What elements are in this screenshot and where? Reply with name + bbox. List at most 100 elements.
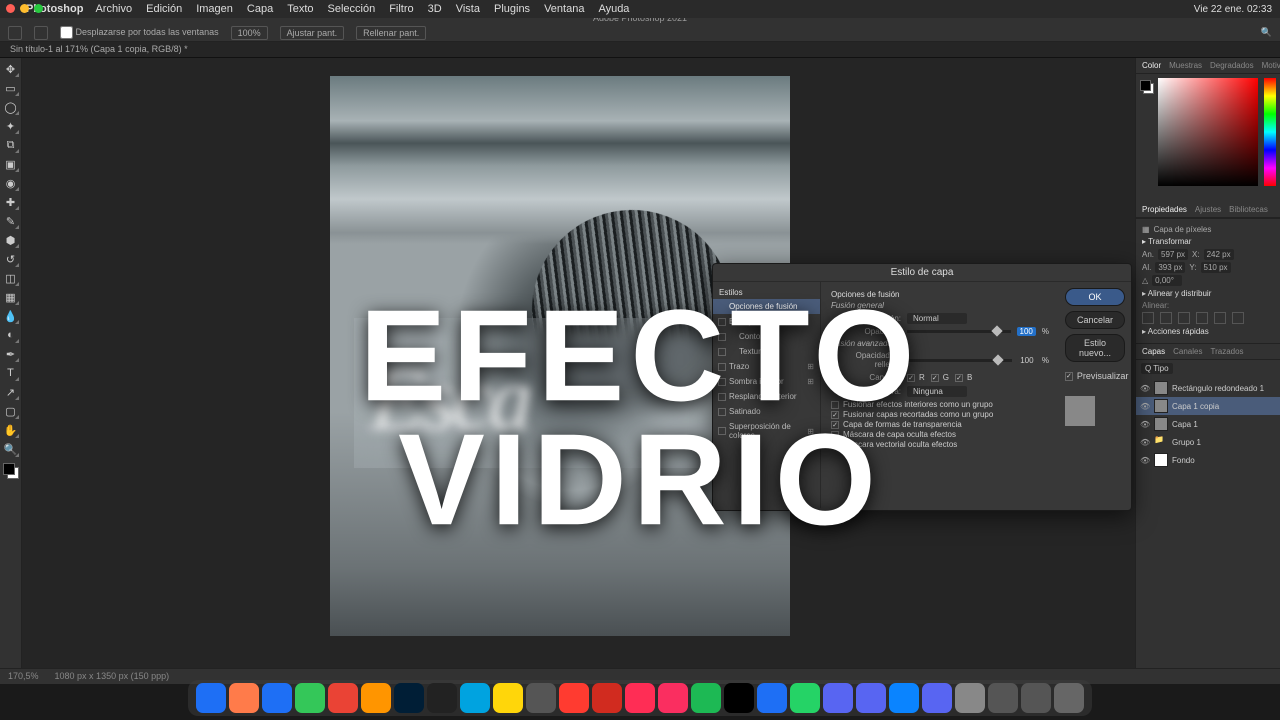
dock-app-icon[interactable] [427,683,457,713]
stamp-tool-icon[interactable]: ⬢ [2,231,20,249]
quick-actions-header[interactable]: ▸ Acciones rápidas [1142,327,1274,336]
dock-app-icon[interactable] [955,683,985,713]
blur-tool-icon[interactable]: 💧 [2,307,20,325]
dock-app-icon[interactable] [724,683,754,713]
dock-app-icon[interactable] [658,683,688,713]
dock-app-icon[interactable] [757,683,787,713]
align-top-icon[interactable] [1196,312,1208,324]
hue-slider[interactable] [1264,78,1276,186]
opt-opciones-fusion[interactable]: Opciones de fusión [713,299,820,314]
opacity-value[interactable]: 100 [1017,327,1036,336]
style-item[interactable]: Trazo⊞ [713,359,820,374]
layer-row[interactable]: 👁📁Grupo 1 [1136,433,1280,451]
brush-tool-icon[interactable]: ✎ [2,212,20,230]
chk-layer-mask-hides[interactable]: Máscara de capa oculta efectos [831,430,1049,439]
color-picker-field[interactable] [1158,78,1258,186]
dock-app-icon[interactable] [229,683,259,713]
dock-app-icon[interactable] [526,683,556,713]
add-icon[interactable]: ⊞ [807,377,814,386]
dock-app-icon[interactable] [889,683,919,713]
tab-color[interactable]: Color [1142,61,1161,70]
tab-motivos[interactable]: Motivos [1262,61,1280,70]
dialog-title[interactable]: Estilo de capa [713,264,1131,282]
style-item[interactable]: Resplandor interior [713,389,820,404]
menu-plugins[interactable]: Plugins [494,3,530,15]
align-right-icon[interactable] [1178,312,1190,324]
visibility-icon[interactable]: 👁 [1140,384,1150,393]
align-vcenter-icon[interactable] [1214,312,1226,324]
color-fgbg-icon[interactable] [1140,80,1154,94]
add-icon[interactable]: ⊞ [807,427,814,436]
chk-interior-effects[interactable]: Fusionar efectos interiores como un grup… [831,400,1049,409]
pen-tool-icon[interactable]: ✒ [2,345,20,363]
chk-vector-mask-hides[interactable]: Máscara vectorial oculta efectos [831,440,1049,449]
eyedropper-tool-icon[interactable]: ◉ [2,174,20,192]
tab-degradados[interactable]: Degradados [1210,61,1254,70]
fg-bg-colors[interactable] [3,463,19,479]
layer-row[interactable]: 👁Capa 1 [1136,415,1280,433]
angle-field[interactable]: 0,00° [1152,275,1182,286]
document-tab[interactable]: Sin título-1 al 171% (Capa 1 copia, RGB/… [0,42,1280,58]
search-icon[interactable]: 🔍 [1261,27,1272,38]
add-icon[interactable]: ⊞ [807,362,814,371]
opt-fit[interactable]: Ajustar pant. [280,26,345,40]
wand-tool-icon[interactable]: ✦ [2,117,20,135]
opacity-slider[interactable] [907,330,1011,333]
marquee-tool-icon[interactable]: ▭ [2,79,20,97]
dock-app-icon[interactable] [691,683,721,713]
channel-b[interactable]: B [955,373,972,382]
visibility-icon[interactable]: 👁 [1140,402,1150,411]
dock-app-icon[interactable] [394,683,424,713]
hand-tool-icon[interactable]: ✋ [2,421,20,439]
cancel-button[interactable]: Cancelar [1065,311,1125,329]
align-header[interactable]: ▸ Alinear y distribuir [1142,289,1274,298]
align-left-icon[interactable] [1142,312,1154,324]
dock-app-icon[interactable] [592,683,622,713]
menu-capa[interactable]: Capa [247,3,273,15]
tab-ajustes[interactable]: Ajustes [1195,205,1221,214]
menu-filtro[interactable]: Filtro [389,3,413,15]
width-field[interactable]: 597 px [1158,249,1188,260]
heal-tool-icon[interactable]: ✚ [2,193,20,211]
preview-checkbox[interactable]: Previsualizar [1065,371,1125,381]
move-tool-icon[interactable]: ✥ [2,60,20,78]
visibility-icon[interactable]: 👁 [1140,420,1150,429]
knockout-dropdown[interactable]: Ninguna [907,386,967,397]
menu-archivo[interactable]: Archivo [95,3,132,15]
layer-row[interactable]: 👁Rectángulo redondeado 1 [1136,379,1280,397]
crop-tool-icon[interactable]: ⧉ [2,136,20,154]
style-item[interactable]: Textura [713,344,820,359]
style-checkbox[interactable] [718,427,726,435]
fill-opacity-value[interactable]: 100 [1018,356,1036,365]
channel-r[interactable]: R [907,373,925,382]
fill-opacity-slider[interactable] [907,359,1012,362]
traffic-lights[interactable] [6,4,43,13]
opt-scroll[interactable]: Desplazarse por todas las ventanas [60,26,219,39]
gradient-tool-icon[interactable]: ▦ [2,288,20,306]
ok-button[interactable]: OK [1065,288,1125,306]
eraser-tool-icon[interactable]: ◫ [2,269,20,287]
dock-app-icon[interactable] [493,683,523,713]
dock-app-icon[interactable] [790,683,820,713]
menu-seleccion[interactable]: Selección [328,3,376,15]
doc-info[interactable]: 1080 px x 1350 px (150 ppp) [55,671,170,682]
style-item[interactable]: Sombra interior⊞ [713,374,820,389]
transform-header[interactable]: ▸ Transformar [1142,237,1274,246]
style-checkbox[interactable] [718,408,726,416]
style-checkbox[interactable] [718,318,726,326]
style-item[interactable]: Bisel y relieve [713,314,820,329]
dock-app-icon[interactable] [922,683,952,713]
menu-ayuda[interactable]: Ayuda [598,3,629,15]
style-item[interactable]: Superposición de colores⊞ [713,419,820,443]
dock-app-icon[interactable] [328,683,358,713]
zoom-tool-icon[interactable]: 🔍 [2,440,20,458]
new-style-button[interactable]: Estilo nuevo... [1065,334,1125,362]
visibility-icon[interactable]: 👁 [1140,456,1150,465]
home-icon[interactable] [8,26,22,40]
style-item[interactable]: Satinado [713,404,820,419]
dock-app-icon[interactable] [262,683,292,713]
tab-bibliotecas[interactable]: Bibliotecas [1229,205,1268,214]
style-checkbox[interactable] [718,348,726,356]
visibility-icon[interactable]: 👁 [1140,438,1150,447]
tab-trazados[interactable]: Trazados [1210,347,1243,356]
